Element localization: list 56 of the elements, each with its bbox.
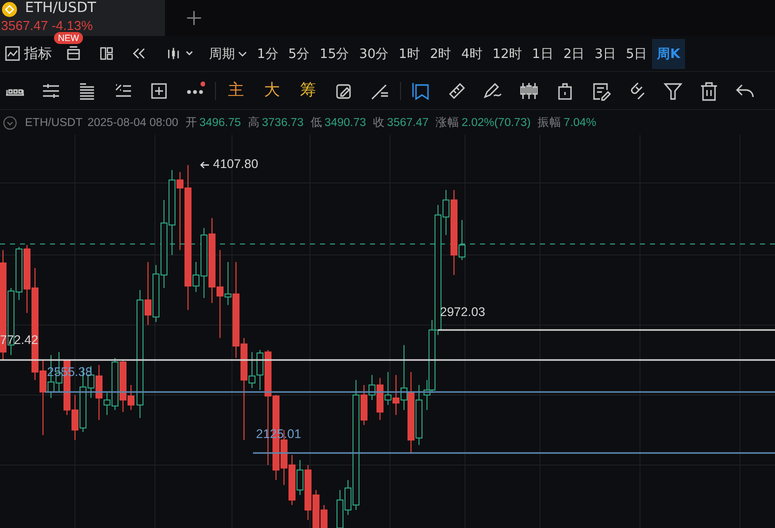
bookmark-icon[interactable] (411, 80, 431, 100)
chart-mode-button[interactable]: 筹 (298, 80, 318, 100)
interval-tab[interactable]: 5日 (620, 38, 652, 68)
interval-tab[interactable]: 2日 (558, 38, 590, 68)
grid-layout-icon[interactable] (99, 46, 114, 61)
candles-icon[interactable] (519, 80, 539, 100)
note-icon[interactable] (591, 80, 611, 100)
add-tab-icon[interactable] (187, 11, 201, 25)
interval-tab[interactable]: 5分 (283, 38, 315, 68)
info-value: 3567.47 (387, 116, 429, 128)
tab-symbol: ETH/USDT (25, 0, 96, 17)
line-chart-icon (5, 46, 20, 61)
info-label: 低 (310, 116, 322, 130)
symbol-tab[interactable]: ETH/USDT 3567.47 -4.13% (0, 0, 165, 36)
caret-icon (238, 50, 247, 56)
info-label: 收 (373, 116, 386, 130)
collapse-icon[interactable] (3, 116, 17, 130)
indicator-button[interactable]: 指标 (5, 38, 57, 68)
info-value: 3490.73 (324, 116, 366, 128)
arrow-icon (200, 161, 210, 169)
info-value: 3496.75 (199, 116, 241, 128)
info-value: 3736.73 (262, 116, 304, 128)
interval-tab[interactable]: 15分 (314, 38, 354, 68)
interval-tab[interactable]: 1时 (394, 38, 425, 68)
info-label: 开 (185, 116, 198, 130)
pen-icon[interactable] (483, 80, 503, 100)
filter-icon[interactable] (663, 80, 683, 100)
interval-tab[interactable]: 周K (652, 38, 686, 68)
interval-tab[interactable]: 30分 (354, 38, 394, 68)
ruler-icon[interactable] (447, 80, 467, 100)
plus-box-icon[interactable] (149, 80, 169, 100)
info-label: 振幅 (538, 116, 562, 130)
info-time: 2025-08-04 08:00 (88, 116, 178, 128)
new-badge: NEW (54, 32, 83, 44)
candles-dropdown-icon[interactable] (165, 46, 195, 61)
tab-price: 3567.47 -4.13% (1, 18, 93, 33)
interval-tab[interactable]: 4时 (456, 38, 488, 68)
layout-icon[interactable] (66, 46, 81, 61)
trash-icon[interactable] (699, 80, 719, 100)
info-label: 高 (248, 115, 260, 130)
period-dropdown[interactable]: 周期 (204, 38, 252, 68)
list-icon[interactable] (77, 80, 97, 100)
interval-tab[interactable]: 3日 (590, 38, 621, 68)
info-symbol: ETH/USDT (25, 116, 82, 128)
price-label: 4107.80 (213, 157, 258, 172)
info-value: 2.02%(70.73) (462, 116, 531, 128)
chart-mode-button[interactable]: 大 (262, 80, 282, 100)
info-value: 7.04% (564, 116, 596, 128)
chart-mode-button[interactable]: 主 (226, 80, 246, 100)
interval-tab[interactable]: 1分 (252, 38, 284, 68)
info-label: 涨幅 (436, 116, 460, 130)
rewind-icon[interactable] (132, 46, 147, 61)
interval-tab[interactable]: 1日 (527, 38, 558, 68)
interval-tab[interactable]: 12时 (488, 38, 528, 68)
coin-logo-icon (2, 2, 17, 17)
interval-tab[interactable]: 2时 (424, 38, 456, 68)
